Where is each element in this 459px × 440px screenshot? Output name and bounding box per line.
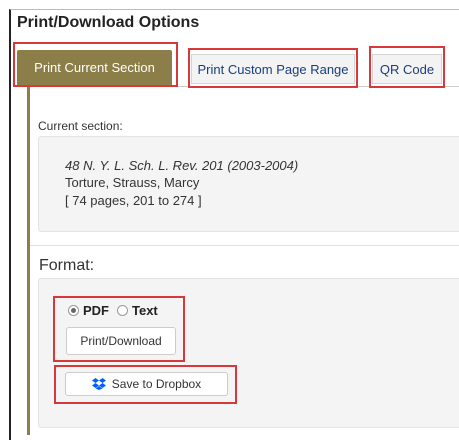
- dropbox-icon: [91, 378, 106, 390]
- save-to-dropbox-label: Save to Dropbox: [111, 377, 202, 391]
- pdf-radio[interactable]: [68, 305, 79, 316]
- citation-text: 48 N. Y. L. Sch. L. Rev. 201 (2003-2004): [65, 158, 299, 173]
- dialog-title: Print/Download Options: [17, 14, 200, 31]
- text-option-label[interactable]: Text: [132, 303, 158, 318]
- page-count: [ 74 pages, 201 to 274 ]: [65, 193, 202, 208]
- tab-print-current-section[interactable]: Print Current Section: [17, 50, 172, 86]
- pdf-option-label[interactable]: PDF: [83, 303, 109, 318]
- tab-qr-code[interactable]: QR Code: [372, 54, 442, 84]
- save-to-dropbox-button[interactable]: Save to Dropbox: [65, 372, 228, 396]
- section-title-author: Torture, Strauss, Marcy: [65, 175, 200, 190]
- tab-print-custom-page-range[interactable]: Print Custom Page Range: [191, 54, 355, 84]
- format-label: Format:: [39, 257, 95, 274]
- divider: [30, 245, 459, 246]
- text-radio[interactable]: [117, 305, 128, 316]
- current-section-label: Current section:: [38, 119, 123, 133]
- print-download-button[interactable]: Print/Download: [66, 327, 176, 355]
